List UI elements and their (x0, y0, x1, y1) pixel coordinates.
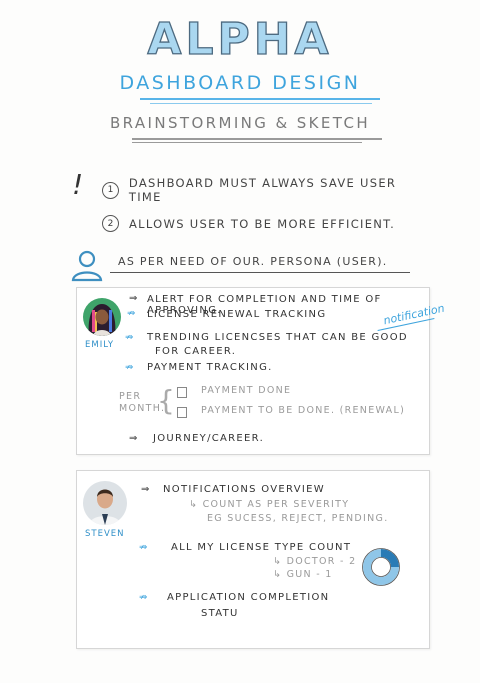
donut-chart-icon (361, 547, 401, 587)
steven-item-status: STATU (201, 608, 239, 619)
subtitle-underline-2 (150, 103, 372, 104)
caption: BRAINSTORMING & SKETCH (109, 114, 371, 132)
emily-item-payment: PAYMENT TRACKING. (147, 362, 273, 373)
arrow-icon: ⇒ (129, 293, 138, 304)
arrow-icon: ⇏ (139, 592, 148, 603)
persona-name-steven: STEVEN (85, 529, 125, 539)
arrow-icon: ⇏ (125, 362, 134, 373)
persona-name-emily: EMILY (85, 340, 115, 350)
checkbox-icon (177, 407, 187, 418)
number-badge: 1 (102, 181, 119, 199)
steven-subitem-text: EG SUCESS, REJECT, PENDING. (207, 513, 389, 524)
exclamation-icon: ! (72, 168, 84, 201)
emily-item-career: FOR CAREER. (155, 346, 237, 357)
arrow-icon: ⇏ (125, 332, 134, 343)
steven-subitem-text: COUNT AS PER SEVERITY (202, 499, 350, 510)
brace-icon: { (157, 384, 175, 417)
steven-subitem-text: DOCTOR - 2 (286, 556, 357, 567)
subtitle: DASHBOARD DESIGN (119, 72, 361, 94)
steven-item-application: APPLICATION COMPLETION (167, 592, 330, 603)
emily-item-journey: JOURNEY/CAREER. (153, 433, 265, 444)
checkbox-icon (177, 387, 187, 398)
steven-subitem-text: GUN - 1 (286, 569, 333, 580)
user-icon (70, 248, 104, 282)
persona-card-emily: EMILY ⇒ ALERT FOR COMPLETION AND TIME OF… (76, 287, 446, 455)
number-badge: 2 (102, 215, 119, 232)
principles-list: 1 DASHBOARD MUST ALWAYS SAVE USER TIME 2… (102, 176, 432, 232)
title-alpha: ALPHA (147, 13, 333, 65)
arrow-icon: ⇒ (141, 484, 150, 495)
principle-item: 1 DASHBOARD MUST ALWAYS SAVE USER TIME (102, 176, 432, 204)
emily-item-renewal: LICENSE RENEWAL TRACKING (147, 309, 327, 320)
per-label: PER (119, 391, 142, 402)
persona-intro-underline (110, 272, 410, 274)
steven-item-license-count: ALL MY LICENSE TYPE COUNT (171, 542, 352, 553)
payment-option: PAYMENT DONE (201, 385, 292, 396)
principle-item: 2 ALLOWS USER TO BE MORE EFFICIENT. (102, 215, 432, 232)
principle-text: ALLOWS USER TO BE MORE EFFICIENT. (129, 216, 396, 231)
emily-item-trending: TRENDING LICENCSES THAT CAN BE GOOD (147, 332, 408, 343)
steven-subitem: ↳ GUN - 1 (273, 569, 333, 580)
arrow-icon: ⇏ (127, 308, 136, 319)
persona-intro-text: AS PER NEED OF OUR. PERSONA (USER). (118, 255, 388, 268)
payment-option: PAYMENT TO BE DONE. (RENEWAL) (201, 405, 406, 416)
principle-text: DASHBOARD MUST ALWAYS SAVE USER TIME (128, 176, 397, 204)
persona-card-steven: STEVEN ⇒ NOTIFICATIONS OVERVIEW ↳ COUNT … (76, 470, 430, 649)
arrow-icon: ⇏ (139, 542, 148, 553)
avatar-steven (83, 481, 127, 525)
caption-underline (132, 138, 382, 140)
steven-subitem: ↳ DOCTOR - 2 (273, 556, 357, 567)
caption-underline-2 (132, 142, 362, 143)
subtitle-underline (140, 98, 380, 100)
steven-subitem: ↳ COUNT AS PER SEVERITY (189, 499, 350, 510)
avatar-emily (83, 298, 121, 336)
arrow-icon: ⇒ (129, 433, 138, 444)
steven-item-notifications: NOTIFICATIONS OVERVIEW (163, 484, 325, 495)
